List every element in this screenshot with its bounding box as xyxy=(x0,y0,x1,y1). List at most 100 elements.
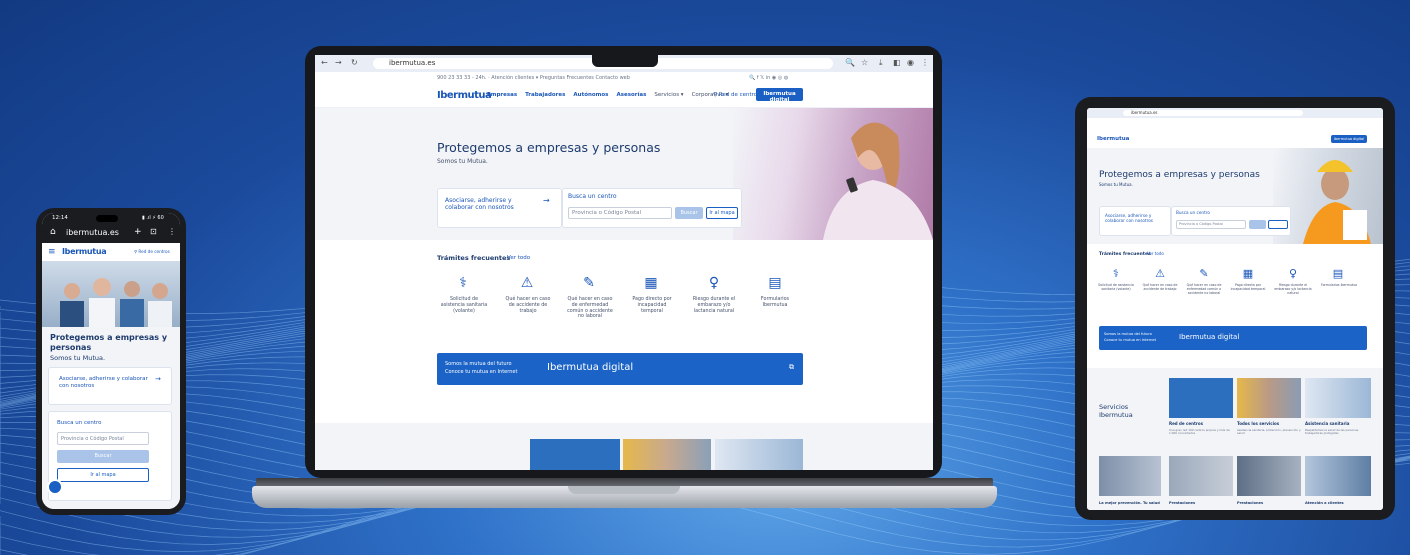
tablet-asociarse-link[interactable]: Asociarse, adherirse y colaborar con nos… xyxy=(1105,213,1160,223)
people-thumbnail[interactable] xyxy=(623,439,711,470)
thumb-prevention[interactable] xyxy=(1099,456,1161,496)
search-button[interactable]: Buscar xyxy=(675,207,703,219)
tramites-see-all[interactable]: Ver todo xyxy=(507,255,530,262)
tablet-search-input[interactable]: Provincia o Código Postal xyxy=(1176,220,1246,229)
syringe-icon[interactable]: ✎ xyxy=(579,273,599,293)
people-image[interactable] xyxy=(1237,378,1301,418)
asociarse-card[interactable]: Asociarse, adherirse y colaborar con nos… xyxy=(437,188,562,228)
service-title[interactable]: Asistencia sanitaria xyxy=(1305,421,1350,427)
phone-logo[interactable]: Ibermutua xyxy=(62,247,107,257)
menu-icon[interactable]: ⋮ xyxy=(921,58,929,68)
tramite-item[interactable]: Qué hacer en caso de accidente de trabaj… xyxy=(503,297,553,314)
nav-empresas[interactable]: Empresas xyxy=(487,92,517,98)
stethoscope-icon[interactable]: ⚕ xyxy=(453,273,473,293)
hamburger-icon[interactable]: ≡ xyxy=(48,247,56,258)
phone-map-button[interactable]: Ir al mapa xyxy=(57,468,149,482)
tramite-item[interactable]: Riesgo durante el embarazo y/o lactancia… xyxy=(688,297,740,314)
top-links[interactable]: 900 23 33 33 - 24h. · Atención clientes … xyxy=(437,75,630,81)
pregnancy-icon[interactable]: ♀ xyxy=(1286,266,1300,280)
tablet-tramite-item[interactable]: Pago directo por incapacidad temporal xyxy=(1229,283,1267,292)
profile-icon[interactable]: ◉ xyxy=(907,58,914,68)
map-thumbnail[interactable] xyxy=(530,439,620,470)
zoom-icon[interactable]: 🔍 xyxy=(845,58,855,68)
forms-icon[interactable]: ▤ xyxy=(765,273,785,293)
arrow-right-icon: → xyxy=(543,196,550,205)
tablet-digital-banner[interactable]: Somos la mutua del futuro Conoce tu mutu… xyxy=(1099,326,1367,350)
phone-search-button[interactable]: Buscar xyxy=(57,450,149,463)
hero-title: Protegemos a empresas y personas xyxy=(437,140,661,155)
thumb-atencion[interactable] xyxy=(1305,456,1371,496)
tablet-tramite-item[interactable]: Qué hacer en caso de accidente de trabaj… xyxy=(1141,283,1179,292)
tablet-address-bar[interactable]: ibermutua.es xyxy=(1123,110,1303,116)
tramite-item[interactable]: Qué hacer en caso de enfermedad común o … xyxy=(564,297,616,320)
tablet-logo[interactable]: Ibermutua xyxy=(1097,136,1129,143)
tablet-tramite-item[interactable]: Riesgo durante el embarazo y/o lactancia… xyxy=(1274,283,1312,296)
nav-trabajadores[interactable]: Trabajadores xyxy=(525,92,565,98)
ibermutua-digital-button[interactable]: Ibermutua digital xyxy=(756,88,803,103)
digital-banner[interactable]: Somos la mutua del futuro Conoce tu mutu… xyxy=(437,353,803,385)
bottom-card-title[interactable]: La mejor prevención. Tu salud xyxy=(1099,501,1160,505)
tablet-asociarse-card[interactable]: Asociarse, adherirse y colaborar con nos… xyxy=(1099,206,1171,236)
thumb-prestaciones-2[interactable] xyxy=(1237,456,1301,496)
search-input[interactable]: Provincia o Código Postal xyxy=(568,207,672,219)
stethoscope-icon[interactable]: ⚕ xyxy=(1109,266,1123,280)
accident-icon[interactable]: ⚠ xyxy=(517,273,537,293)
phone-centers-link[interactable]: ⚲ Red de centros xyxy=(134,249,170,254)
bottom-card-title[interactable]: Prestaciones xyxy=(1237,501,1263,505)
nav-servicios[interactable]: Servicios ▾ xyxy=(654,92,683,98)
asociarse-link[interactable]: Asociarse, adherirse y colaborar con nos… xyxy=(445,197,537,211)
external-link-icon: ⧉ xyxy=(789,363,794,371)
star-icon[interactable]: ☆ xyxy=(861,58,868,68)
site-logo[interactable]: Ibermutua xyxy=(437,90,492,102)
bottom-card-title[interactable]: Prestaciones xyxy=(1169,501,1195,505)
service-title[interactable]: Todos los servicios xyxy=(1237,421,1279,427)
map-button[interactable]: Ir al mapa xyxy=(706,207,738,219)
sidepanel-icon[interactable]: ◧ xyxy=(893,58,901,68)
accident-icon[interactable]: ⚠ xyxy=(1153,266,1167,280)
nav-autonomos[interactable]: Autónomos xyxy=(573,92,608,98)
bottom-card-title[interactable]: Atención a clientes xyxy=(1305,501,1344,505)
laptop-screen: ← → ↻ ibermutua.es 🔍 ☆ ⤓ ◧ ◉ ⋮ 900 23 33… xyxy=(315,55,933,470)
pregnancy-icon[interactable]: ♀ xyxy=(704,273,724,293)
tramite-item[interactable]: Formularios Ibermutua xyxy=(748,297,802,309)
forward-icon[interactable]: → xyxy=(335,58,342,68)
phone-search-input[interactable]: Provincia o Código Postal xyxy=(57,432,149,445)
phone-asociarse-card[interactable]: Asociarse, adherirse y colaborar con nos… xyxy=(48,367,172,405)
nav-asesorias[interactable]: Asesorías xyxy=(616,92,646,98)
tablet-banner-line1: Somos la mutua del futuro xyxy=(1104,332,1152,336)
syringe-icon[interactable]: ✎ xyxy=(1197,266,1211,280)
tablet-map-button[interactable] xyxy=(1268,220,1288,229)
phone-menu-icon[interactable]: ⋮ xyxy=(168,227,176,237)
reload-icon[interactable]: ↻ xyxy=(351,58,358,68)
tabs-icon[interactable]: ⊡ xyxy=(150,227,157,237)
service-desc: Respaldamos la salud de las personas tra… xyxy=(1305,428,1359,436)
calendar-icon[interactable]: ▦ xyxy=(1241,266,1255,280)
tablet-search-button[interactable] xyxy=(1249,220,1266,229)
spain-map-image[interactable] xyxy=(1169,378,1233,418)
tablet-tramite-item[interactable]: Formularios Ibermutua xyxy=(1319,283,1359,288)
tablet-see-all[interactable]: Ver todo xyxy=(1147,251,1164,257)
calendar-icon[interactable]: ▦ xyxy=(641,273,661,293)
tablet-services: Servicios Ibermutua Red de centros Una g… xyxy=(1087,368,1383,510)
service-title[interactable]: Red de centros xyxy=(1169,421,1203,427)
doctors-image[interactable] xyxy=(1305,378,1371,418)
doctors-thumbnail[interactable] xyxy=(715,439,803,470)
thumb-prestaciones[interactable] xyxy=(1169,456,1233,496)
red-centros-link[interactable]: ⚲ Red de centros xyxy=(713,92,760,99)
download-icon[interactable]: ⤓ xyxy=(879,58,883,68)
tablet-banner-line2: Conoce tu mutua en Internet xyxy=(1104,338,1157,342)
phone-asociarse-link[interactable]: Asociarse, adherirse y colaborar con nos… xyxy=(59,376,149,389)
forms-icon[interactable]: ▤ xyxy=(1331,266,1345,280)
laptop-opening-groove xyxy=(568,486,680,494)
tablet-tramite-item[interactable]: Solicitud de asistencia sanitaria (volan… xyxy=(1097,283,1135,292)
tramite-item[interactable]: Solicitud de asistencia sanitaria (volan… xyxy=(439,297,489,314)
new-tab-icon[interactable]: + xyxy=(134,227,142,238)
social-icons[interactable]: 🔍 f 𝕏 in ◉ ◎ ◍ xyxy=(749,75,788,81)
back-icon[interactable]: ← xyxy=(321,58,328,68)
tablet-digital-button[interactable]: Ibermutua digital xyxy=(1331,135,1367,143)
tramite-item[interactable]: Pago directo por incapacidad temporal xyxy=(626,297,678,314)
accessibility-icon[interactable] xyxy=(47,479,63,495)
home-icon[interactable]: ⌂ xyxy=(50,227,56,238)
phone-url-text[interactable]: ibermutua.es xyxy=(66,228,119,238)
tablet-tramite-item[interactable]: Qué hacer en caso de enfermedad común o … xyxy=(1185,283,1223,296)
